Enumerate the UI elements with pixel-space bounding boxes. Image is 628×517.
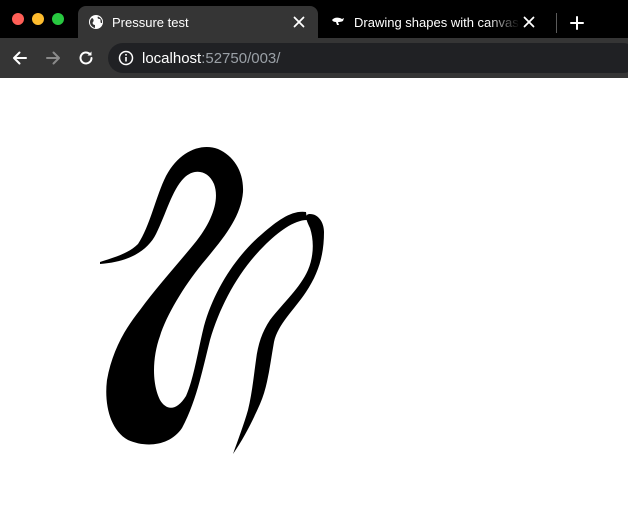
mdn-dino-icon [330, 14, 346, 30]
close-tab-icon[interactable] [290, 13, 308, 31]
window-close-button[interactable] [12, 13, 24, 25]
forward-arrow-icon [46, 51, 60, 65]
new-tab-button[interactable] [566, 12, 588, 34]
drawing-canvas[interactable] [0, 78, 628, 517]
address-bar[interactable]: localhost:52750/003/ [108, 43, 628, 73]
back-arrow-icon [13, 51, 27, 65]
plus-icon [570, 16, 584, 30]
tab-strip: Pressure test Drawing shapes with canvas… [0, 0, 628, 38]
url-host: localhost [142, 49, 202, 67]
tab-mdn-canvas[interactable]: Drawing shapes with canvas - Web APIs | … [322, 6, 548, 38]
tab-separator [556, 13, 557, 33]
forward-button[interactable] [41, 46, 65, 70]
reload-button[interactable] [74, 46, 98, 70]
window-zoom-button[interactable] [52, 13, 64, 25]
tab-pressure-test[interactable]: Pressure test [78, 6, 318, 38]
window-minimize-button[interactable] [32, 13, 44, 25]
info-icon[interactable] [118, 50, 134, 66]
globe-icon [88, 14, 104, 30]
tab-title: Pressure test [112, 14, 189, 30]
page-content [0, 78, 628, 517]
url-path: :52750/003/ [201, 49, 281, 67]
back-button[interactable] [8, 46, 32, 70]
browser-toolbar: localhost:52750/003/ [0, 38, 628, 78]
pen-stroke-1 [100, 146, 307, 445]
close-tab-icon[interactable] [520, 13, 538, 31]
tab-title: Drawing shapes with canvas - Web APIs | … [354, 14, 520, 30]
reload-icon [79, 51, 93, 65]
